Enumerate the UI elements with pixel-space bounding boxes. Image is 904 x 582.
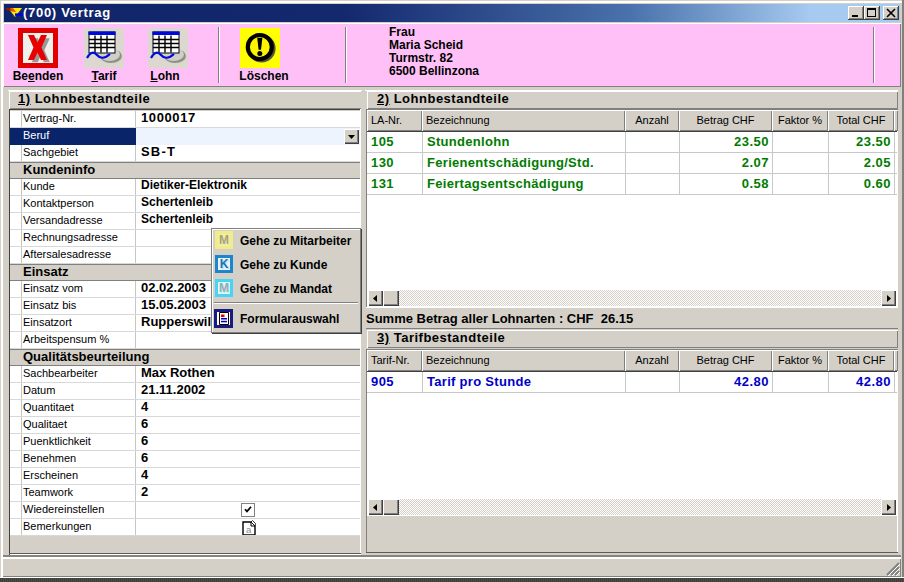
svg-text:a: a — [246, 524, 252, 535]
